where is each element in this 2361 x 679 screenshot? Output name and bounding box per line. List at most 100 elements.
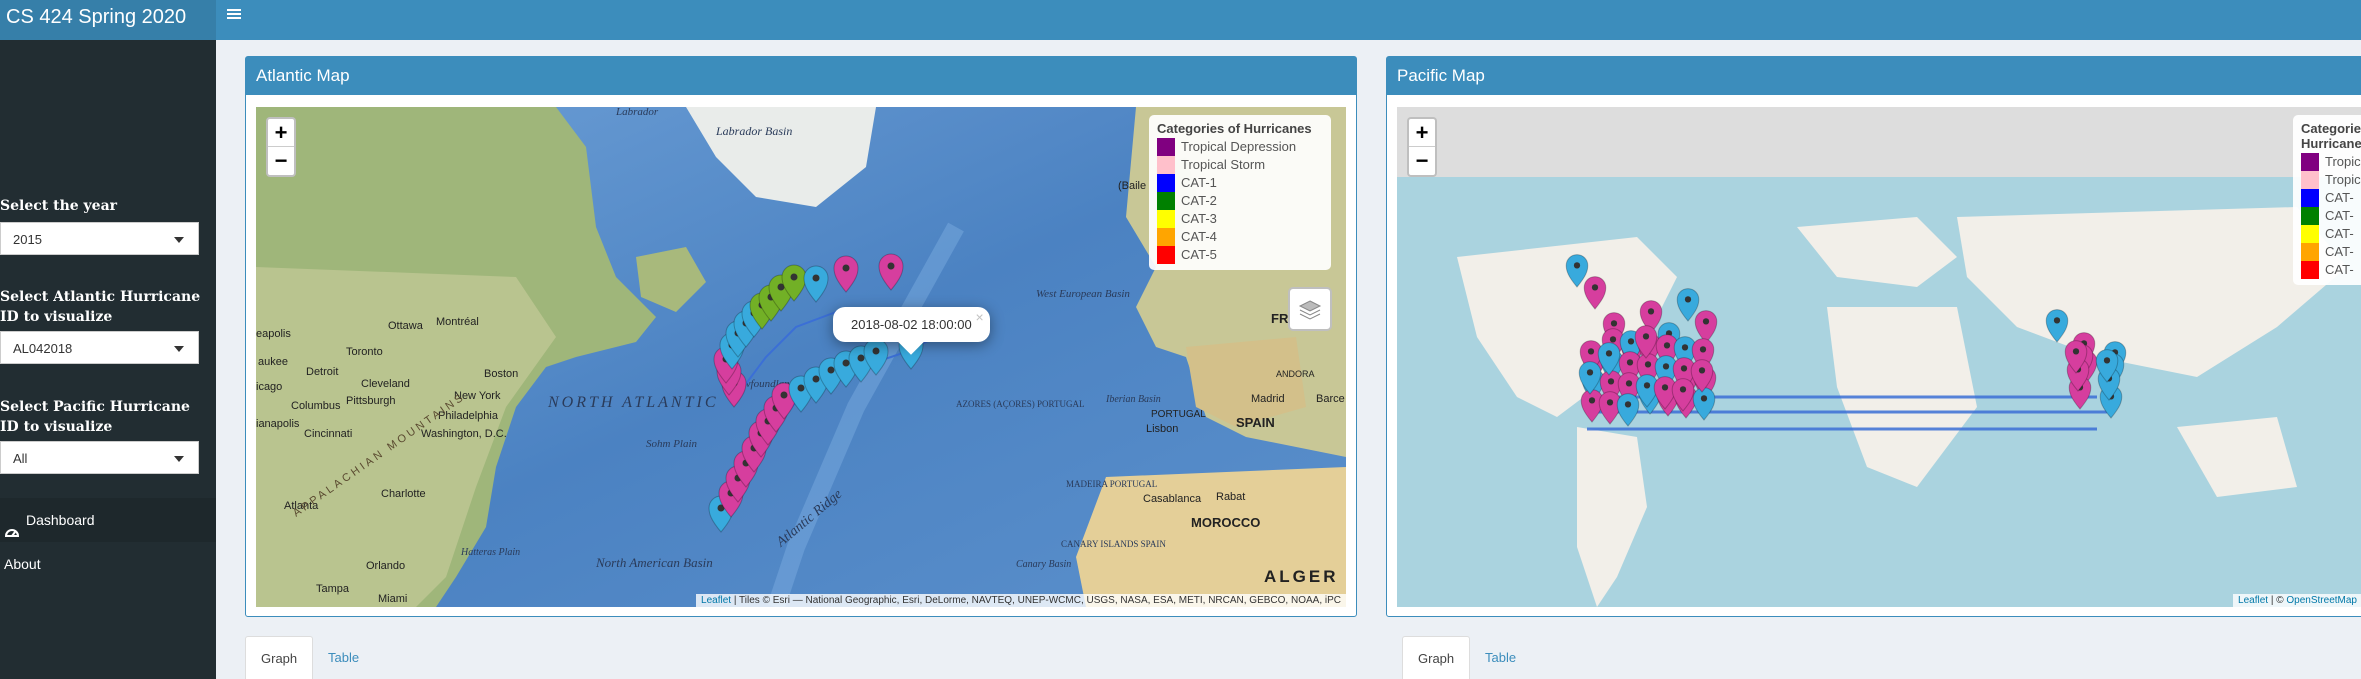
legend-swatch (1157, 192, 1175, 210)
legend-label: Tropical Storm (1181, 157, 1266, 172)
zoom-in-button[interactable]: + (1409, 119, 1435, 147)
leaflet-link[interactable]: Leaflet (2238, 595, 2268, 606)
layers-button[interactable] (1288, 287, 1332, 331)
legend-label: CAT- (2325, 244, 2354, 259)
attribution-text: | Tiles © Esri — National Geographic, Es… (731, 595, 1341, 606)
legend-label: CAT- (2325, 226, 2354, 241)
tab-graph[interactable]: Graph (245, 636, 314, 679)
legend-item: Tropical Depression (1157, 138, 1323, 156)
atlantic-legend: Categories of Hurricanes Tropical Depres… (1149, 115, 1331, 270)
map-label: Ottawa (388, 320, 424, 332)
atlantic-map-box: Atlantic Map Labrador Labrador Basin NOR… (245, 56, 1357, 617)
atlantic-map-title: Atlantic Map (246, 57, 1356, 95)
map-label: Boston (484, 368, 518, 380)
map-label: Toronto (346, 346, 383, 358)
legend-item: CAT-2 (1157, 192, 1323, 210)
map-label: Labrador Basin (715, 124, 792, 138)
map-label: Hatteras Plain (460, 547, 520, 558)
zoom-out-button[interactable]: − (1409, 147, 1435, 175)
legend-item: CAT-5 (1157, 246, 1323, 264)
year-select[interactable]: 2015 (0, 222, 199, 255)
map-attribution: Leaflet | Tiles © Esri — National Geogra… (696, 594, 1346, 607)
legend-swatch (2301, 189, 2319, 207)
pacific-map[interactable]: + − Categories of Hurricanes Tropic Trop… (1397, 107, 2361, 607)
map-label: ANDORA (1276, 369, 1315, 379)
sidebar-item-about[interactable]: About (0, 542, 216, 586)
legend-item: CAT- (2301, 225, 2361, 243)
map-label: Cleveland (361, 378, 410, 390)
map-label: AZORES (AÇORES) PORTUGAL (956, 399, 1084, 409)
map-label: MADEIRA PORTUGAL (1066, 479, 1157, 489)
map-label: aukee (258, 356, 288, 368)
sidebar-item-label: About (4, 556, 41, 572)
legend-label: CAT-2 (1181, 193, 1217, 208)
legend-swatch (1157, 156, 1175, 174)
atlantic-tabs: Graph Table (245, 636, 445, 679)
legend-swatch (1157, 228, 1175, 246)
map-label: (Baile (1118, 180, 1146, 192)
legend-label: CAT-5 (1181, 247, 1217, 262)
chevron-down-icon (174, 346, 184, 352)
map-label: North American Basin (595, 555, 713, 570)
chevron-down-icon (174, 237, 184, 243)
sidebar-item-dashboard[interactable]: Dashboard (0, 498, 216, 542)
pacific-map-title: Pacific Map (1387, 57, 2361, 95)
pacific-id-label: Select Pacific Hurricane ID to visualize (0, 399, 190, 435)
map-label: Cincinnati (304, 428, 352, 440)
layers-icon (1298, 300, 1322, 320)
legend-swatch (2301, 171, 2319, 189)
legend-swatch (2301, 243, 2319, 261)
pacific-tabs: Graph Table (1402, 636, 1602, 679)
map-label: icago (256, 381, 282, 393)
osm-link[interactable]: OpenStreetMap (2286, 595, 2357, 606)
legend-swatch (2301, 261, 2319, 279)
zoom-out-button[interactable]: − (268, 147, 294, 175)
tab-table[interactable]: Table (1470, 636, 1531, 679)
map-label: Pittsburgh (346, 395, 396, 407)
map-label: Montréal (436, 316, 479, 328)
map-label: Lisbon (1146, 423, 1178, 435)
map-label: NORTH ATLANTIC (547, 394, 718, 411)
map-label: PORTUGAL (1151, 409, 1206, 420)
legend-swatch (1157, 246, 1175, 264)
legend-swatch (1157, 210, 1175, 228)
zoom-control: + − (1407, 117, 1437, 177)
pacific-id-select[interactable]: All (0, 441, 199, 474)
zoom-in-button[interactable]: + (268, 119, 294, 147)
map-label: Iberian Basin (1105, 394, 1161, 405)
legend-item: CAT-3 (1157, 210, 1323, 228)
legend-item: CAT- (2301, 207, 2361, 225)
legend-item: CAT-4 (1157, 228, 1323, 246)
map-label: Casablanca (1143, 493, 1202, 505)
map-label: Orlando (366, 560, 405, 572)
hamburger-icon[interactable] (227, 6, 245, 24)
legend-title: Categories of Hurricanes (1157, 121, 1312, 136)
atlantic-id-select[interactable]: AL042018 (0, 331, 199, 364)
sidebar-item-label: Dashboard (26, 512, 95, 528)
legend-swatch (1157, 174, 1175, 192)
legend-item: CAT- (2301, 243, 2361, 261)
map-label: Rabat (1216, 491, 1245, 503)
chevron-down-icon (174, 456, 184, 462)
pacific-legend: Categories of Hurricanes Tropic Tropic C… (2293, 115, 2361, 285)
legend-label: Tropic (2325, 172, 2361, 187)
map-label: West European Basin (1036, 288, 1130, 300)
legend-swatch (2301, 225, 2319, 243)
year-select-value: 2015 (13, 232, 42, 247)
map-label: CANARY ISLANDS SPAIN (1061, 539, 1166, 549)
legend-label: CAT- (2325, 190, 2354, 205)
map-label: SPAIN (1236, 415, 1275, 430)
atlantic-map[interactable]: Labrador Labrador Basin NORTH ATLANTIC N… (256, 107, 1346, 607)
atlantic-id-label: Select Atlantic Hurricane ID to visualiz… (0, 289, 201, 325)
top-header: CS 424 Spring 2020 (0, 0, 2361, 40)
pacific-id-select-value: All (13, 451, 28, 466)
close-icon[interactable]: × (976, 309, 984, 325)
map-label: ianapolis (256, 418, 300, 430)
legend-label: CAT-4 (1181, 229, 1217, 244)
legend-item: CAT-1 (1157, 174, 1323, 192)
leaflet-link[interactable]: Leaflet (701, 595, 731, 606)
legend-label: CAT- (2325, 262, 2354, 277)
legend-item: CAT- (2301, 261, 2361, 279)
tab-graph[interactable]: Graph (1402, 636, 1471, 679)
tab-table[interactable]: Table (313, 636, 374, 679)
